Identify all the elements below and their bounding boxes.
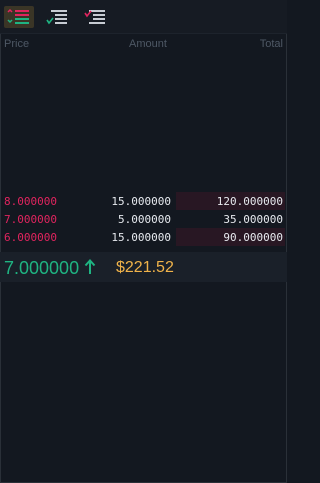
ask-price: 8.000000: [4, 195, 57, 208]
price-column-header: Price: [4, 38, 30, 50]
view-bids-button[interactable]: [42, 6, 72, 28]
ask-price: 7.000000: [4, 213, 57, 226]
last-trade-price: 7.000000: [4, 258, 80, 278]
ask-row[interactable]: 7.000000 5.000000 35.000000: [0, 210, 287, 228]
view-asks-button[interactable]: [80, 6, 110, 28]
ask-amount: 15.000000: [111, 231, 171, 244]
ask-amount: 15.000000: [111, 195, 171, 208]
last-trade-usd-value: $221.52: [116, 259, 174, 276]
order-book-both-icon: [7, 8, 29, 24]
ask-total: 90.000000: [223, 231, 283, 244]
order-book-bids-icon: [46, 10, 67, 25]
asks-list: 8.000000 15.000000 120.000000 7.000000 5…: [0, 192, 287, 246]
view-both-button[interactable]: [4, 6, 34, 28]
ask-total: 120.000000: [216, 195, 283, 208]
ask-total: 35.000000: [223, 213, 283, 226]
order-book-asks-icon: [84, 10, 105, 24]
total-column-header: Total: [259, 38, 283, 50]
ask-row[interactable]: 8.000000 15.000000 120.000000: [0, 192, 287, 210]
column-header: Price Amount Total: [0, 36, 287, 54]
ask-row[interactable]: 6.000000 15.000000 90.000000: [0, 228, 287, 246]
amount-column-header: Amount: [129, 38, 167, 50]
last-price-bar: 7.000000 $221.52: [0, 252, 287, 282]
ask-price: 6.000000: [4, 231, 57, 244]
arrow-up-icon: [84, 259, 96, 274]
view-toolbar: [0, 0, 287, 34]
ask-amount: 5.000000: [118, 213, 171, 226]
